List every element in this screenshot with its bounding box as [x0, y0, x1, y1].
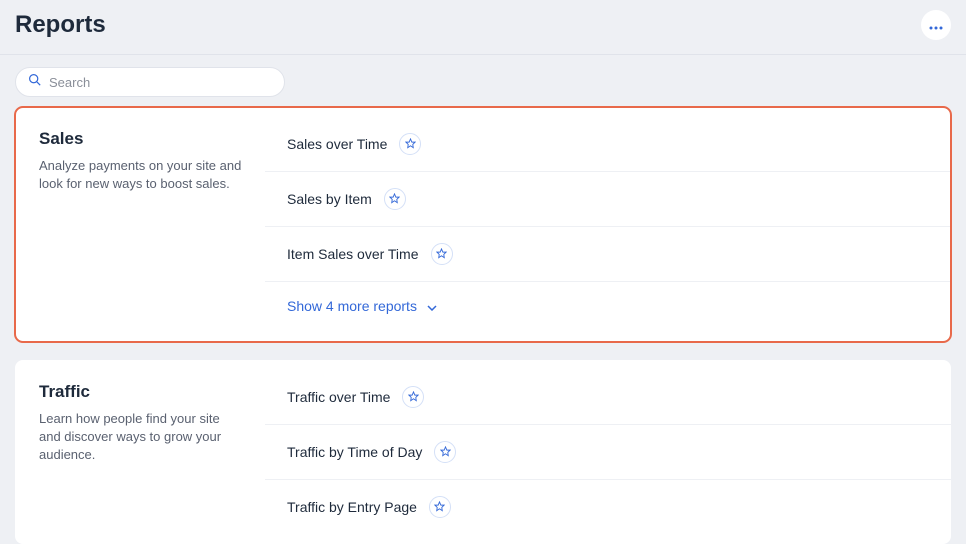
favorite-button[interactable] [384, 188, 406, 210]
favorite-button[interactable] [402, 386, 424, 408]
search-box[interactable] [15, 67, 285, 97]
report-row: Traffic by Time of Day [265, 425, 951, 480]
favorite-button[interactable] [399, 133, 421, 155]
search-icon [28, 73, 41, 91]
report-link-item-sales-over-time[interactable]: Item Sales over Time [287, 246, 419, 262]
more-horizontal-icon [929, 18, 943, 33]
report-row: Traffic over Time [265, 370, 951, 425]
section-title: Sales [39, 129, 243, 149]
star-icon [389, 192, 400, 207]
more-actions-button[interactable] [921, 10, 951, 40]
report-row: Item Sales over Time [265, 227, 951, 282]
show-more-reports-link[interactable]: Show 4 more reports [265, 282, 951, 332]
section-description: Analyze payments on your site and look f… [39, 157, 243, 193]
report-row: Traffic by Entry Page [265, 480, 951, 534]
star-icon [408, 390, 419, 405]
section-description: Learn how people find your site and disc… [39, 410, 243, 465]
report-link-sales-over-time[interactable]: Sales over Time [287, 136, 387, 152]
section-card-traffic: Traffic Learn how people find your site … [15, 360, 951, 544]
report-row: Sales by Item [265, 172, 951, 227]
section-title: Traffic [39, 382, 243, 402]
show-more-label: Show 4 more reports [287, 298, 417, 314]
favorite-button[interactable] [434, 441, 456, 463]
favorite-button[interactable] [431, 243, 453, 265]
report-row: Sales over Time [265, 117, 951, 172]
section-card-sales: Sales Analyze payments on your site and … [15, 107, 951, 342]
favorite-button[interactable] [429, 496, 451, 518]
star-icon [436, 247, 447, 262]
report-link-traffic-over-time[interactable]: Traffic over Time [287, 389, 390, 405]
star-icon [405, 137, 416, 152]
chevron-down-icon [427, 298, 437, 314]
report-link-sales-by-item[interactable]: Sales by Item [287, 191, 372, 207]
star-icon [440, 445, 451, 460]
report-link-traffic-by-time-of-day[interactable]: Traffic by Time of Day [287, 444, 422, 460]
star-icon [434, 500, 445, 515]
search-input[interactable] [49, 75, 272, 90]
page-title: Reports [15, 11, 106, 39]
